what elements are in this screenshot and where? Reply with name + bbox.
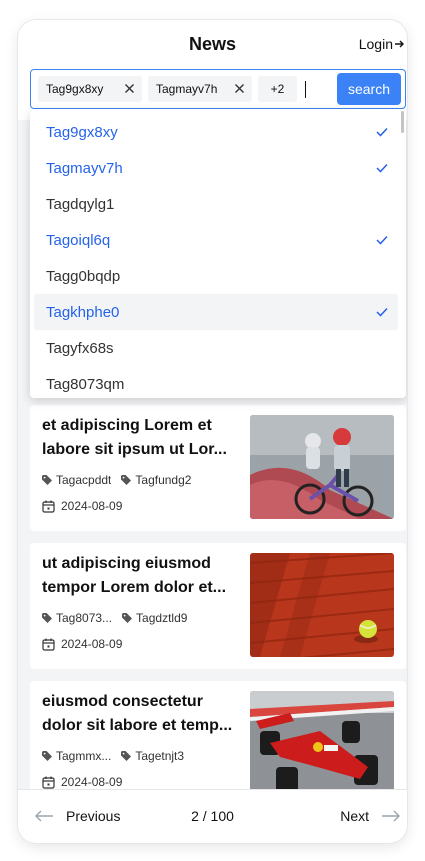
next-button[interactable]: Next bbox=[340, 808, 401, 824]
calendar-icon bbox=[42, 776, 55, 789]
article-image-bmx-kids bbox=[250, 415, 394, 519]
dropdown-option[interactable]: Tag8073qm bbox=[34, 366, 398, 398]
next-label: Next bbox=[340, 808, 369, 824]
more-tags-count: +2 bbox=[270, 82, 285, 96]
tag-icon bbox=[42, 751, 52, 761]
dropdown-option[interactable]: Tagkhphe0 bbox=[34, 294, 398, 330]
tag-icon bbox=[122, 613, 133, 623]
tag-icon bbox=[42, 475, 52, 485]
option-label: Tagdqylg1 bbox=[46, 195, 115, 213]
article-date: 2024-08-09 bbox=[42, 637, 122, 651]
article-tag-label: Tagmmx... bbox=[56, 749, 112, 763]
article-tags: Tagmmx... Tagetnjt3 bbox=[42, 749, 184, 763]
arrow-right-icon bbox=[395, 40, 404, 48]
article-tag-label: Tag8073... bbox=[56, 611, 113, 625]
check-icon bbox=[376, 235, 388, 245]
tag-icon bbox=[121, 751, 132, 761]
option-label: Tag8073qm bbox=[46, 375, 125, 393]
article-tags: Tagacpddt Tagfundg2 bbox=[42, 473, 191, 487]
dropdown-scrollbar[interactable] bbox=[401, 111, 404, 133]
article-tag-label: Tagdztld9 bbox=[136, 611, 188, 625]
search-button[interactable]: search bbox=[337, 73, 401, 105]
article-date: 2024-08-09 bbox=[42, 775, 122, 789]
tag-icon bbox=[121, 475, 132, 485]
article-title: ut adipiscing eiusmod tempor Lorem dolor… bbox=[42, 555, 227, 596]
tag-search-input[interactable]: Tag9gx8xy Tagmayv7h +2 search bbox=[30, 69, 406, 109]
calendar-icon bbox=[42, 638, 55, 651]
dropdown-option[interactable]: Tagg0bqdp bbox=[34, 258, 398, 294]
article-tag: Tag8073... bbox=[42, 611, 112, 625]
article-tag: Tagfundg2 bbox=[121, 473, 191, 487]
dropdown-option[interactable]: Tagyfx68s bbox=[34, 330, 398, 366]
option-label: Tagkhphe0 bbox=[46, 303, 120, 321]
check-icon bbox=[376, 163, 388, 173]
dropdown-option[interactable]: Tagoiql6q bbox=[34, 222, 398, 258]
article-tags: Tag8073... Tagdztld9 bbox=[42, 611, 187, 625]
close-icon[interactable] bbox=[234, 83, 245, 94]
selected-tag-chip: Tagmayv7h bbox=[148, 76, 252, 102]
article-date-text: 2024-08-09 bbox=[61, 637, 123, 651]
selected-tag-label: Tagmayv7h bbox=[156, 82, 218, 96]
text-caret bbox=[305, 81, 306, 98]
more-tags-chip[interactable]: +2 bbox=[258, 76, 297, 102]
selected-tag-label: Tag9gx8xy bbox=[46, 82, 104, 96]
article-date-text: 2024-08-09 bbox=[61, 775, 123, 789]
login-button[interactable]: Login bbox=[359, 36, 405, 52]
pagination-bar: Previous 2 / 100 Next bbox=[18, 789, 407, 843]
option-label: Tagg0bqdp bbox=[46, 267, 121, 285]
dropdown-option[interactable]: Tag9gx8xy bbox=[34, 114, 398, 150]
article-image-formula-one-car bbox=[250, 691, 394, 795]
article-title: eiusmod consectetur dolor sit labore et … bbox=[42, 693, 233, 734]
check-icon bbox=[376, 307, 388, 317]
article-tag-label: Tagfundg2 bbox=[135, 473, 192, 487]
selected-tag-chip: Tag9gx8xy bbox=[38, 76, 142, 102]
article-tag: Tagacpddt bbox=[42, 473, 111, 487]
article-tag-label: Tagetnjt3 bbox=[135, 749, 185, 763]
article-date: 2024-08-09 bbox=[42, 499, 122, 513]
article-date-text: 2024-08-09 bbox=[61, 499, 123, 513]
dropdown-option[interactable]: Tagmayv7h bbox=[34, 150, 398, 186]
option-label: Tagmayv7h bbox=[46, 159, 123, 177]
article-tag: Tagmmx... bbox=[42, 749, 111, 763]
option-label: Tagyfx68s bbox=[46, 339, 114, 357]
article-tag-label: Tagacpddt bbox=[56, 473, 112, 487]
calendar-icon bbox=[42, 500, 55, 513]
article-tag: Tagetnjt3 bbox=[121, 749, 184, 763]
article-card[interactable]: ut adipiscing eiusmod tempor Lorem dolor… bbox=[30, 543, 406, 669]
app-screen: et adipiscing Lorem et labore sit ipsum … bbox=[18, 20, 407, 843]
article-card[interactable]: et adipiscing Lorem et labore sit ipsum … bbox=[30, 405, 406, 531]
close-icon[interactable] bbox=[124, 83, 135, 94]
option-label: Tagoiql6q bbox=[46, 231, 111, 249]
check-icon bbox=[376, 127, 388, 137]
dropdown-option[interactable]: Tagdqylg1 bbox=[34, 186, 398, 222]
tag-icon bbox=[42, 613, 52, 623]
page-title: News bbox=[188, 34, 237, 54]
article-title: et adipiscing Lorem et labore sit ipsum … bbox=[42, 417, 227, 458]
login-label: Login bbox=[358, 36, 393, 52]
article-image-tennis-ball-clay bbox=[250, 553, 394, 657]
option-label: Tag9gx8xy bbox=[46, 123, 118, 141]
arrow-right-icon bbox=[382, 810, 400, 822]
header: News Login Tag9gx8xy Tagmayv7h +2 search bbox=[18, 20, 407, 120]
tag-dropdown: Tag9gx8xy Tagmayv7h Tagdqylg1 Tagoiql6q … bbox=[30, 109, 406, 398]
article-tag: Tagdztld9 bbox=[122, 611, 187, 625]
